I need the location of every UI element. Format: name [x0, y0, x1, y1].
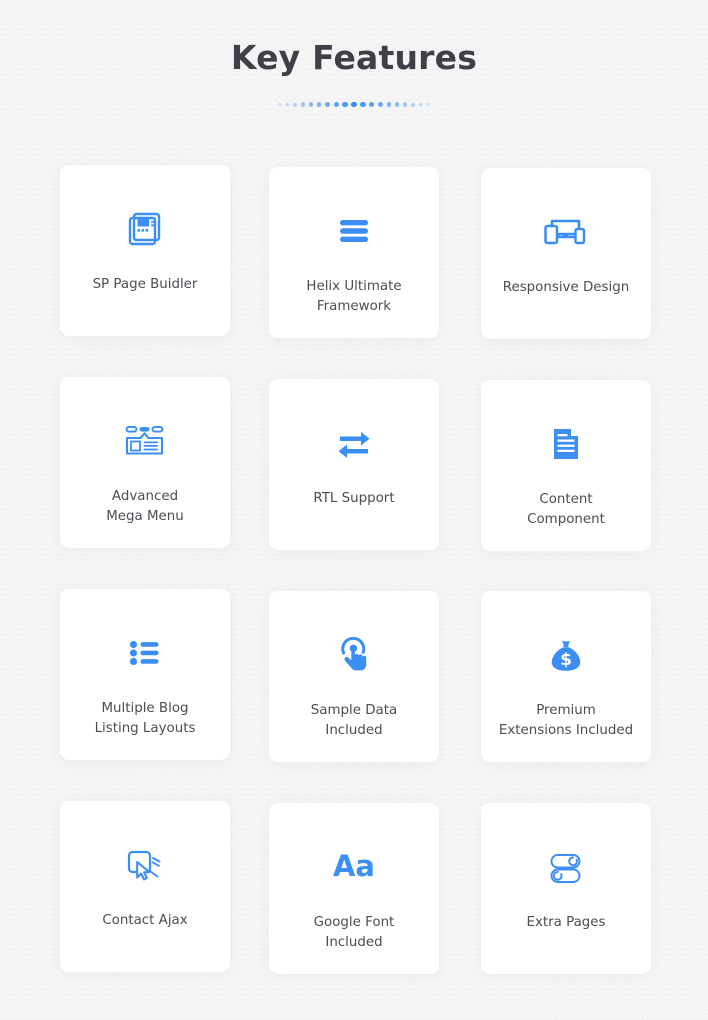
feature-card-label: Multiple Blog Listing Layouts: [94, 701, 196, 736]
feature-card-premium-extensions-included[interactable]: $ Premium Extensions Included: [481, 591, 651, 762]
svg-text:$: $: [560, 650, 572, 670]
responsive-devices-icon: [541, 194, 591, 270]
feature-card-label: Content Component: [527, 492, 605, 527]
separator-dot: [369, 102, 375, 107]
separator-dot: [360, 101, 366, 108]
feature-card-rtl-support[interactable]: RTL Support: [269, 379, 439, 550]
feature-card-label: SP Page Buidler: [92, 277, 198, 292]
feature-card-label: Google Font Included: [313, 915, 395, 950]
feature-card-contact-ajax[interactable]: Contact Ajax: [60, 801, 230, 972]
feature-card-sp-page-builder[interactable]: SP Page Buidler: [60, 165, 230, 336]
feature-card-sample-data-included[interactable]: Sample Data Included: [269, 591, 439, 762]
feature-card-google-font-included[interactable]: Aa Google Font Included: [269, 803, 439, 974]
exchange-arrows-icon: [331, 405, 377, 481]
svg-text:Aa: Aa: [333, 849, 375, 883]
typography-aa-icon: Aa: [328, 829, 380, 905]
key-features-section: Key Features SP Page Buidler Helix Ultim…: [0, 0, 708, 1020]
separator-dot: [325, 102, 330, 107]
separator-dot: [411, 102, 416, 107]
separator-dot: [395, 102, 400, 107]
feature-card-content-component[interactable]: Content Component: [481, 380, 651, 551]
feature-card-label: Helix Ultimate Framework: [306, 279, 402, 314]
tap-hand-icon: [331, 617, 377, 693]
feature-card-label: Sample Data Included: [310, 703, 398, 738]
feature-card-responsive-design[interactable]: Responsive Design: [481, 168, 651, 339]
mega-menu-icon: [121, 403, 169, 479]
separator-dot: [316, 102, 322, 107]
feature-card-multiple-blog-listing-layouts[interactable]: Multiple Blog Listing Layouts: [60, 589, 230, 760]
feature-card-label: Premium Extensions Included: [498, 703, 634, 738]
feature-card-extra-pages[interactable]: Extra Pages: [481, 803, 651, 974]
feature-card-label: RTL Support: [313, 491, 395, 506]
feature-card-label: Advanced Mega Menu: [106, 489, 184, 524]
feature-card-label: Responsive Design: [502, 280, 630, 295]
feature-card-label: Extra Pages: [526, 915, 606, 930]
dotted-separator-icon: [278, 101, 430, 108]
separator-dot: [278, 102, 282, 107]
separator-dot: [333, 102, 339, 107]
separator-dot: [285, 102, 290, 107]
pages-stack-icon: [122, 191, 168, 267]
hamburger-bars-icon: [331, 193, 377, 269]
page-title: Key Features: [230, 38, 478, 77]
separator-dot: [342, 101, 348, 108]
separator-dot: [308, 102, 313, 107]
separator-dot: [300, 102, 305, 107]
bulleted-list-icon: [122, 615, 168, 691]
separator-dot: [386, 102, 392, 107]
separator-dot: [418, 102, 423, 107]
document-icon: [543, 406, 589, 482]
separator-dot: [351, 101, 357, 108]
feature-card-helix-ultimate-framework[interactable]: Helix Ultimate Framework: [269, 167, 439, 338]
click-cursor-icon: [121, 827, 169, 903]
separator-dot: [378, 102, 383, 107]
separator-dot: [403, 102, 408, 107]
section-heading: Key Features: [0, 36, 708, 108]
feature-card-label: Contact Ajax: [102, 913, 188, 928]
money-bag-icon: $: [543, 617, 589, 693]
toggle-switches-icon: [542, 829, 590, 905]
separator-dot: [426, 102, 430, 107]
feature-card-advanced-mega-menu[interactable]: Advanced Mega Menu: [60, 377, 230, 548]
separator-dot: [292, 102, 297, 107]
